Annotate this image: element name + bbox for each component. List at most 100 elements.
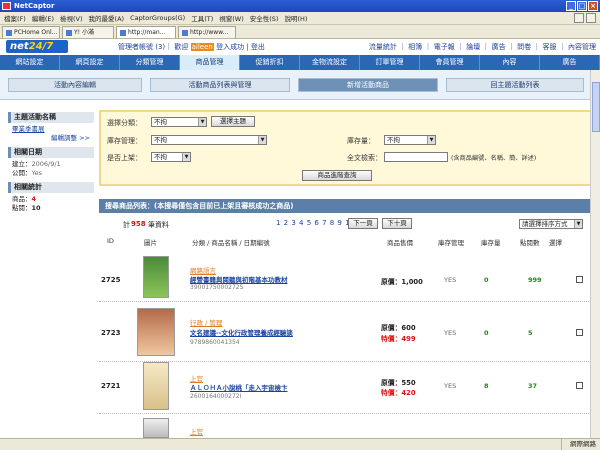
- row-stock: 8: [484, 382, 489, 390]
- nav-ads[interactable]: 廣告: [540, 55, 600, 70]
- product-thumbnail[interactable]: [143, 362, 169, 410]
- items-count: 4: [31, 195, 37, 203]
- tab-back-to-event-list[interactable]: 回主題活動列表: [446, 78, 584, 92]
- items-label: 商品：: [12, 195, 32, 203]
- row-price: 550: [401, 379, 416, 387]
- row-select-checkbox[interactable]: [576, 329, 583, 336]
- restore-icon[interactable]: [574, 13, 584, 23]
- site-logo[interactable]: net24/7: [6, 40, 68, 53]
- chevron-down-icon: ▼: [427, 136, 435, 144]
- menu-bar: 檔案(F) 編輯(E) 檢視(V) 我的最愛(A) CaptorGroups(G…: [0, 12, 600, 25]
- nav-members[interactable]: 會員管理: [420, 55, 480, 70]
- browser-tab-pchome[interactable]: PCHome Onl...: [2, 26, 60, 38]
- app-icon: [2, 2, 11, 10]
- row-stock: 0: [484, 276, 489, 284]
- row-select-checkbox[interactable]: [576, 276, 583, 283]
- table-row: 2725 網路語言 經營書籍與閱聽與初階基本功教材 3900175000272S…: [99, 252, 595, 302]
- row-isbn: 2600164000272I: [190, 393, 242, 400]
- browser-tab-www[interactable]: http://www...: [178, 26, 236, 38]
- row-category[interactable]: 上官: [190, 426, 203, 436]
- menu-security[interactable]: 安全性(S): [250, 13, 279, 23]
- public-label: 公開：: [12, 169, 32, 177]
- status-bar: 網際網路: [0, 438, 600, 450]
- sort-select[interactable]: 請選擇排序方式 ▼: [519, 219, 583, 229]
- product-thumbnail[interactable]: [143, 256, 169, 298]
- menu-tools[interactable]: 工具(T): [191, 13, 213, 23]
- minimize-button[interactable]: _: [566, 1, 576, 11]
- listed-select[interactable]: 不拘 ▼: [151, 152, 191, 162]
- nav-page-settings[interactable]: 網頁設定: [60, 55, 120, 70]
- search-filter-panel: 選擇分類： 不拘 ▼ 選擇主題 庫存管理： 不拘 ▼ 庫存量： 不拘 ▼ 是否上架： …: [99, 110, 595, 186]
- menu-window[interactable]: 視窗(W): [219, 13, 244, 23]
- row-id: 2725: [101, 276, 121, 284]
- menu-view[interactable]: 檢視(V): [60, 13, 83, 23]
- menu-help[interactable]: 說明(H): [284, 13, 307, 23]
- price-label: 原價：: [381, 278, 402, 286]
- page-links[interactable]: 1 2 3 4 5 6 7 8 9 10: [276, 219, 355, 227]
- theme-name-link[interactable]: 畢業季書展: [12, 125, 45, 133]
- row-price: 600: [401, 324, 416, 332]
- scrollbar-thumb[interactable]: [592, 82, 600, 132]
- tab-event-content-edit[interactable]: 活動內容編輯: [8, 78, 142, 92]
- row-price: 1,000: [401, 278, 423, 286]
- nav-category[interactable]: 分類管理: [120, 55, 180, 70]
- row-category[interactable]: 行政 / 管理: [190, 317, 222, 327]
- special-label: 特價：: [381, 335, 402, 343]
- close-button[interactable]: ×: [588, 1, 598, 11]
- row-clicks: 37: [528, 382, 538, 390]
- nav-promotions[interactable]: 促銷折扣: [240, 55, 300, 70]
- row-product-name[interactable]: 經營書籍與閱聽與初階基本功教材: [190, 274, 288, 284]
- choose-theme-button[interactable]: 選擇主題: [211, 116, 255, 127]
- menu-favorites[interactable]: 我的最愛(A): [89, 13, 125, 23]
- product-thumbnail[interactable]: [143, 418, 169, 438]
- product-thumbnail[interactable]: [137, 308, 175, 356]
- col-stock: 庫存量: [481, 239, 501, 247]
- logout-link[interactable]: 登入成功 | 登出: [216, 43, 265, 51]
- site-header: net24/7 管理者帳號 (3)｜ 歡迎 aileen 登入成功 | 登出 流…: [0, 39, 600, 55]
- clicks-count: 10: [31, 204, 41, 212]
- col-name: 分類 / 商品名稱 / 日期編號: [192, 239, 270, 247]
- advanced-search-button[interactable]: 商品進階查詢: [302, 170, 372, 181]
- stock-mgmt-select[interactable]: 不拘 ▼: [151, 135, 267, 145]
- price-label: 原價：: [381, 324, 402, 332]
- menu-captorgroups[interactable]: CaptorGroups(G): [130, 14, 185, 22]
- page-icon: [6, 29, 12, 36]
- menu-edit[interactable]: 編輯(E): [32, 13, 54, 23]
- public-value: Yes: [31, 169, 43, 177]
- next-page-button[interactable]: 下一頁: [348, 218, 378, 229]
- col-id: ID: [107, 237, 114, 245]
- tab-add-event-product[interactable]: 新增活動商品: [298, 78, 438, 92]
- nav-site-settings[interactable]: 網站設定: [0, 55, 60, 70]
- menu-file[interactable]: 檔案(F): [4, 13, 26, 23]
- keyword-label: 全文檢索：: [347, 154, 382, 162]
- category-label: 選擇分類：: [107, 119, 142, 127]
- tab-event-product-list[interactable]: 活動商品列表與管理: [150, 78, 290, 92]
- edit-theme-link[interactable]: 編輯調整 >>: [12, 134, 90, 143]
- category-select[interactable]: 不拘 ▼: [151, 117, 207, 127]
- col-select: 選擇: [549, 239, 562, 247]
- chevron-down-icon: ▼: [574, 220, 582, 228]
- row-product-name[interactable]: 文名建議--文化行政管理養成經驗談: [190, 327, 293, 337]
- nav-content[interactable]: 內容: [480, 55, 540, 70]
- col-stock-mgmt: 庫存管理: [438, 239, 464, 247]
- admin-account-link[interactable]: 管理者帳號: [118, 43, 153, 51]
- vertical-scrollbar[interactable]: [590, 70, 600, 438]
- window-title: NetCaptor: [14, 2, 55, 10]
- browser-tab-bar: PCHome Onl... Y! 小滿 http://man... http:/…: [0, 25, 600, 39]
- col-image: 圖片: [144, 239, 157, 247]
- row-special-price: 499: [401, 335, 416, 343]
- function-links[interactable]: 流量統計 ｜ 相簿 ｜ 電子報 ｜ 論壇 ｜ 廣告 ｜ 問卷 ｜ 客服 ｜ 內容…: [369, 42, 596, 52]
- maximize-button[interactable]: □: [577, 1, 587, 11]
- table-row: 2723 行政 / 管理 文名建議--文化行政管理養成經驗談 978986004…: [99, 304, 595, 362]
- row-product-name[interactable]: ＡＬＯＨＡ小說桃「走入宇宙檢卞: [190, 382, 288, 392]
- browser-tab-yahoo[interactable]: Y! 小滿: [62, 26, 114, 38]
- close-tab-icon[interactable]: [586, 13, 596, 23]
- browser-tab-active[interactable]: http://man...: [116, 26, 176, 38]
- row-select-checkbox[interactable]: [576, 382, 583, 389]
- nav-orders[interactable]: 訂單管理: [360, 55, 420, 70]
- nav-products[interactable]: 商品管理: [180, 55, 240, 70]
- next-ten-button[interactable]: 下十頁: [382, 218, 412, 229]
- keyword-input[interactable]: [384, 152, 448, 162]
- nav-logistics[interactable]: 金物流設定: [300, 55, 360, 70]
- stock-qty-select[interactable]: 不拘 ▼: [384, 135, 436, 145]
